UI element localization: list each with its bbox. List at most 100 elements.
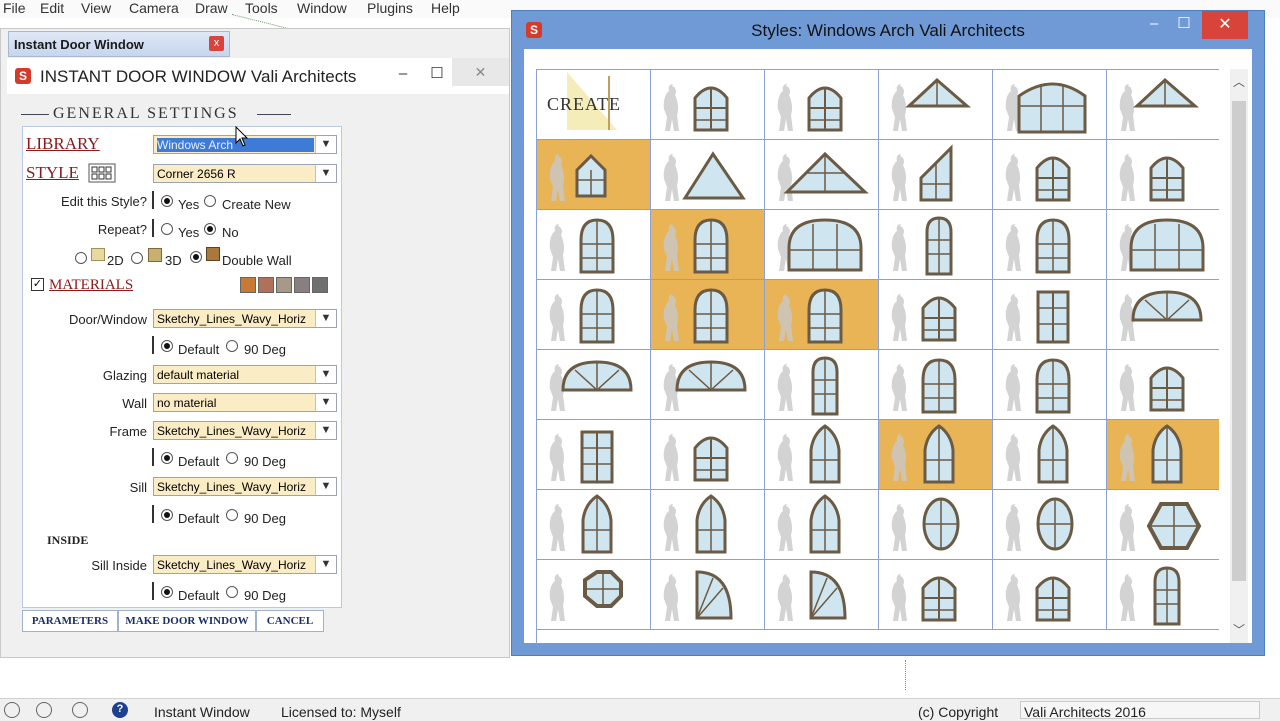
grid-view-icon[interactable] [88, 163, 116, 183]
style-thumbnail[interactable] [651, 560, 765, 630]
style-thumbnail[interactable] [1107, 70, 1219, 140]
chevron-down-icon[interactable]: ▼ [315, 310, 336, 327]
sill-90deg-radio[interactable] [226, 509, 238, 521]
menu-window[interactable]: Window [297, 0, 347, 16]
edit-yes-radio[interactable] [161, 195, 173, 207]
styles-minimize-button[interactable]: – [1140, 14, 1168, 36]
menu-help[interactable]: Help [431, 0, 460, 16]
frame-90deg-radio[interactable] [226, 452, 238, 464]
repeat-yes-radio[interactable] [161, 223, 173, 235]
menu-view[interactable]: View [81, 0, 111, 16]
create-new-radio[interactable] [204, 195, 216, 207]
style-thumbnail[interactable] [1107, 140, 1219, 210]
frame-default-radio[interactable] [161, 452, 173, 464]
user-icon[interactable] [72, 702, 88, 718]
material-swatch[interactable] [240, 277, 256, 293]
sill-inside-default-radio[interactable] [161, 586, 173, 598]
style-thumbnail[interactable] [993, 560, 1107, 630]
geo-location-icon[interactable] [36, 702, 52, 718]
style-thumbnail[interactable] [993, 350, 1107, 420]
tray-tab[interactable]: Instant Door Window x [8, 31, 230, 57]
style-thumbnail[interactable] [537, 560, 651, 630]
chevron-down-icon[interactable]: ▼ [315, 556, 336, 573]
style-thumbnail[interactable] [651, 210, 765, 280]
glazing-dropdown[interactable]: default material ▼ [153, 365, 337, 384]
material-swatch[interactable] [312, 277, 328, 293]
chevron-down-icon[interactable]: ▼ [315, 478, 336, 495]
scroll-down-icon[interactable]: ﹀ [1230, 621, 1248, 638]
material-swatch[interactable] [276, 277, 292, 293]
menu-tools[interactable]: Tools [245, 0, 278, 16]
style-thumbnail[interactable] [537, 140, 651, 210]
mode-3d-radio[interactable] [131, 252, 143, 264]
scrollbar[interactable]: ︿ ﹀ [1230, 69, 1248, 643]
mode-2d-radio[interactable] [75, 252, 87, 264]
style-thumbnail[interactable] [765, 560, 879, 630]
minimize-button[interactable]: – [389, 64, 417, 86]
style-dropdown[interactable]: Corner 2656 R ▼ [153, 164, 337, 183]
menu-draw[interactable]: Draw [195, 0, 228, 16]
materials-checkbox[interactable]: ✓ [31, 278, 44, 291]
style-thumbnail[interactable] [765, 210, 879, 280]
style-thumbnail[interactable] [1107, 280, 1219, 350]
menu-plugins[interactable]: Plugins [367, 0, 413, 16]
style-thumbnail[interactable] [765, 490, 879, 560]
style-thumbnail[interactable] [993, 280, 1107, 350]
door-window-dropdown[interactable]: Sketchy_Lines_Wavy_Horiz ▼ [153, 309, 337, 328]
style-thumbnail[interactable] [879, 560, 993, 630]
chevron-down-icon[interactable]: ▼ [315, 136, 336, 153]
style-thumbnail[interactable] [651, 490, 765, 560]
style-thumbnail[interactable] [765, 280, 879, 350]
tray-close-button[interactable]: x [209, 36, 224, 51]
scrollbar-thumb[interactable] [1232, 101, 1246, 581]
material-swatch[interactable] [294, 277, 310, 293]
parameters-button[interactable]: PARAMETERS [22, 610, 118, 632]
sill-default-radio[interactable] [161, 509, 173, 521]
style-thumbnail[interactable] [993, 70, 1107, 140]
style-thumbnail[interactable] [651, 280, 765, 350]
style-thumbnail[interactable] [879, 490, 993, 560]
style-thumbnail[interactable] [993, 490, 1107, 560]
repeat-no-radio[interactable] [204, 223, 216, 235]
maximize-button[interactable]: ☐ [423, 64, 451, 86]
style-thumbnail[interactable] [993, 210, 1107, 280]
style-thumbnail[interactable] [879, 420, 993, 490]
frame-dropdown[interactable]: Sketchy_Lines_Wavy_Horiz ▼ [153, 421, 337, 440]
styles-close-button[interactable]: ✕ [1202, 11, 1248, 39]
style-thumbnail[interactable] [537, 280, 651, 350]
style-thumbnail[interactable] [765, 350, 879, 420]
sill-inside-90deg-radio[interactable] [226, 586, 238, 598]
style-thumbnail[interactable] [879, 70, 993, 140]
style-thumbnail[interactable] [651, 420, 765, 490]
sill-inside-dropdown[interactable]: Sketchy_Lines_Wavy_Horiz ▼ [153, 555, 337, 574]
chevron-down-icon[interactable]: ▼ [315, 394, 336, 411]
wall-dropdown[interactable]: no material ▼ [153, 393, 337, 412]
library-label[interactable]: LIBRARY [26, 134, 100, 154]
materials-label[interactable]: MATERIALS [49, 277, 133, 294]
style-label[interactable]: STYLE [26, 163, 79, 183]
sill-dropdown[interactable]: Sketchy_Lines_Wavy_Horiz ▼ [153, 477, 337, 496]
menu-file[interactable]: File [3, 0, 26, 16]
mode-double-wall-radio[interactable] [190, 251, 202, 263]
close-button[interactable]: ✕ [452, 58, 509, 86]
style-thumbnail[interactable] [879, 140, 993, 210]
style-thumbnail[interactable] [1107, 560, 1219, 630]
style-thumbnail[interactable] [537, 490, 651, 560]
menu-camera[interactable]: Camera [129, 0, 179, 16]
style-thumbnail[interactable] [537, 210, 651, 280]
style-thumbnail[interactable] [651, 350, 765, 420]
cancel-button[interactable]: CANCEL [256, 610, 324, 632]
style-thumbnail[interactable] [537, 350, 651, 420]
style-thumbnail[interactable] [651, 70, 765, 140]
styles-maximize-button[interactable]: ☐ [1170, 14, 1198, 36]
style-thumbnail[interactable] [651, 140, 765, 210]
scroll-up-icon[interactable]: ︿ [1230, 73, 1248, 90]
door-window-default-radio[interactable] [161, 340, 173, 352]
style-thumbnail[interactable] [765, 70, 879, 140]
help-icon[interactable]: ? [112, 702, 128, 718]
style-thumbnail[interactable] [993, 420, 1107, 490]
style-thumbnail[interactable] [765, 140, 879, 210]
style-thumbnail[interactable] [765, 420, 879, 490]
info-icon[interactable] [4, 702, 20, 718]
style-thumbnail[interactable] [1107, 210, 1219, 280]
